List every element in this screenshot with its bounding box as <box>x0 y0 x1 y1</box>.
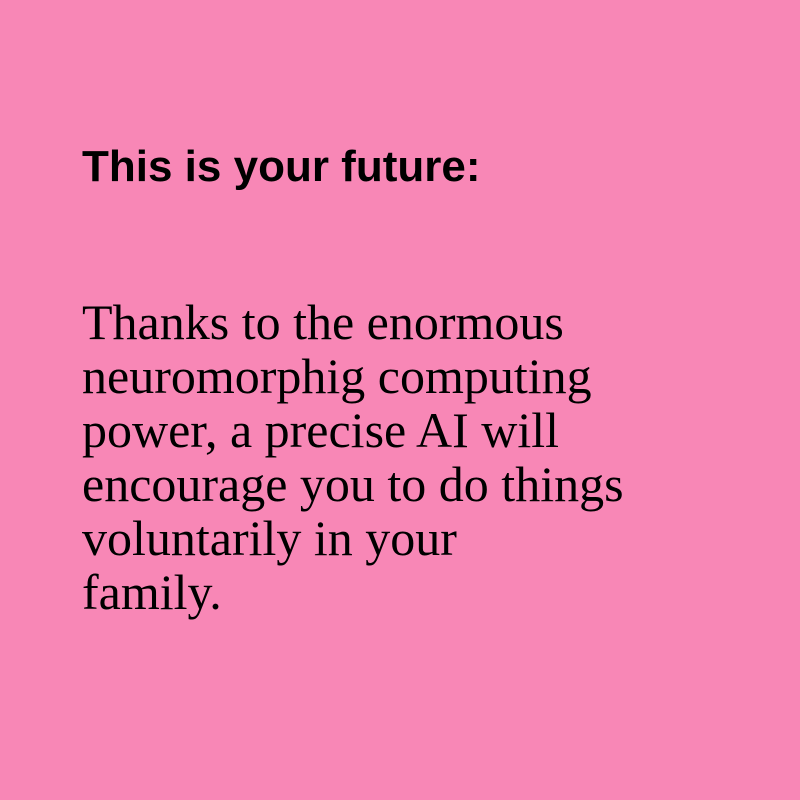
slide-canvas: This is your future: Thanks to the enorm… <box>0 0 800 800</box>
slide-heading: This is your future: <box>82 142 481 191</box>
slide-body-text: Thanks to the enormous neuromorphig comp… <box>82 295 624 619</box>
body-line: power, a precise AI will <box>82 402 560 458</box>
body-line: encourage you to do things <box>82 456 624 512</box>
body-line: voluntarily in your <box>82 510 457 566</box>
body-line: family. <box>82 564 222 620</box>
body-line: Thanks to the enormous <box>82 294 564 350</box>
body-line: neuromorphig computing <box>82 348 592 404</box>
